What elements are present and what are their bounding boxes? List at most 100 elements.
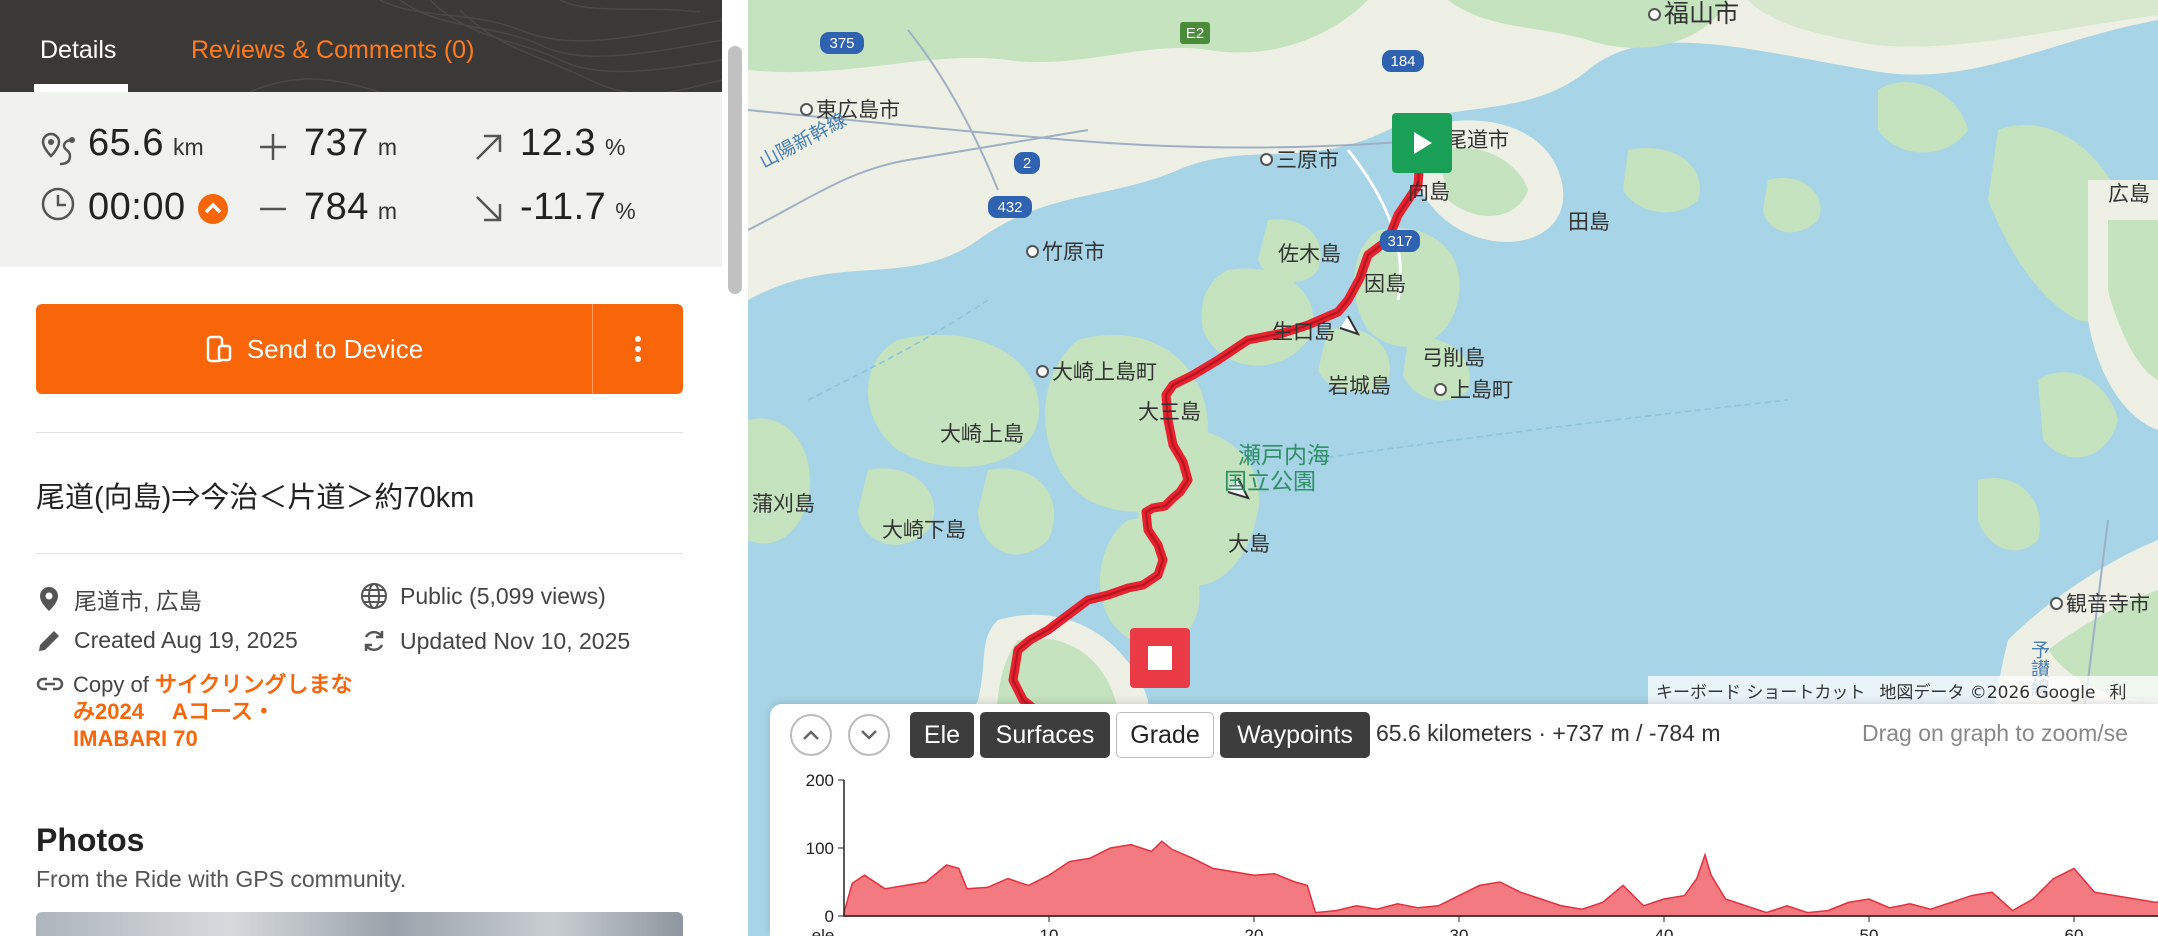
route-visibility-text: Public (5,099 views) xyxy=(400,582,606,609)
route-created-text: Created Aug 19, 2025 xyxy=(74,627,298,653)
distance-value: 65.6 xyxy=(88,122,164,164)
max-grade-value: 12.3 xyxy=(520,122,596,164)
y-tick-label: 200 xyxy=(806,771,834,790)
map-label: 佐木島 xyxy=(1278,242,1341,266)
map-label: 大三島 xyxy=(1138,400,1201,424)
scrollbar-thumb[interactable] xyxy=(728,46,742,294)
kebab-menu-icon xyxy=(635,336,641,362)
send-to-device-label: Send to Device xyxy=(246,333,424,364)
collapse-up-button[interactable] xyxy=(790,714,832,756)
map-label: 因島 xyxy=(1364,272,1406,296)
distance-unit: km xyxy=(172,134,204,160)
map-label: 大島 xyxy=(1228,532,1270,556)
map-label: 大崎上島町 xyxy=(1036,356,1157,386)
zoom-hint: Drag on graph to zoom/se xyxy=(1862,720,2128,746)
tab-elevation[interactable]: Ele xyxy=(910,712,974,758)
divider xyxy=(36,432,683,433)
max-grade-stat: 12.3 % xyxy=(520,122,625,165)
route-shield-2: 2 xyxy=(1014,152,1040,174)
keyboard-shortcuts-link[interactable]: キーボード ショートカット xyxy=(1656,678,1865,703)
chevron-up-icon xyxy=(803,730,819,740)
route-updated-text: Updated Nov 10, 2025 xyxy=(400,627,631,654)
route-shield-317: 317 xyxy=(1380,230,1420,252)
elevation-loss-stat: 784 m xyxy=(304,186,397,229)
tab-details[interactable]: Details xyxy=(40,36,116,65)
divider xyxy=(36,553,683,554)
elevation-chart[interactable]: 2001000102030405060ele(m)distance (km) xyxy=(770,766,2158,936)
y-axis-label: ele xyxy=(812,926,835,936)
map-label: 大崎下島 xyxy=(882,518,966,542)
tab-bar: Details Reviews & Comments (0) xyxy=(0,0,722,92)
route-shield-432: 432 xyxy=(988,196,1032,218)
route-location: 尾道市, 広島 xyxy=(36,582,202,616)
route-shield-184: 184 xyxy=(1382,50,1424,72)
map-attribution: キーボード ショートカット 地図データ ©2026 Google 利 xyxy=(1648,676,2158,704)
map-label-park: 国立公園 xyxy=(1224,469,1316,495)
route-distance-icon xyxy=(41,132,75,166)
minus-icon xyxy=(260,207,286,211)
map-data-credit: 地図データ ©2026 Google xyxy=(1879,682,2096,703)
x-tick-label: 50 xyxy=(1860,926,1879,936)
elevation-gain-unit: m xyxy=(377,134,398,160)
route-location-text: 尾道市, 広島 xyxy=(74,588,202,614)
y-tick-label: 0 xyxy=(825,907,834,926)
min-grade-value: -11.7 xyxy=(520,186,607,228)
stop-icon xyxy=(1148,646,1172,670)
tab-reviews[interactable]: Reviews & Comments (0) xyxy=(191,36,474,65)
tab-grade[interactable]: Grade xyxy=(1116,712,1214,758)
arrow-up-right-icon xyxy=(476,134,502,160)
device-icon xyxy=(206,335,232,363)
terms-link[interactable]: 利 xyxy=(2109,678,2126,703)
send-to-device-group: Send to Device xyxy=(36,304,683,394)
max-grade-unit: % xyxy=(604,134,626,160)
distance-stat: 65.6 km xyxy=(88,122,204,165)
map-label: 広島 xyxy=(2108,182,2150,206)
more-options-button[interactable] xyxy=(593,304,683,394)
photos-heading: Photos xyxy=(36,822,145,858)
pencil-icon xyxy=(39,630,59,651)
map-label: 田島 xyxy=(1568,210,1610,234)
map-label: 上島町 xyxy=(1434,374,1513,404)
copy-prefix: Copy of xyxy=(73,672,149,697)
route-details-panel: Details Reviews & Comments (0) 65.6 km 7… xyxy=(0,0,722,936)
map-label: 岩城島 xyxy=(1328,374,1391,398)
community-photo[interactable] xyxy=(36,912,683,936)
map-label: 尾道市 xyxy=(1446,128,1509,152)
elevation-gain-stat: 737 m xyxy=(304,122,397,165)
map-label: 大崎上島 xyxy=(940,422,1024,446)
x-tick-label: 40 xyxy=(1655,926,1674,936)
elevation-gain-value: 737 xyxy=(304,122,369,164)
x-tick-label: 30 xyxy=(1450,926,1469,936)
route-end-marker[interactable] xyxy=(1130,628,1190,688)
send-to-device-button[interactable]: Send to Device xyxy=(36,304,592,394)
map-label: 向島 xyxy=(1408,180,1450,204)
map-label: 竹原市 xyxy=(1026,236,1105,266)
route-updated: Updated Nov 10, 2025 xyxy=(360,627,630,655)
map-label: 観音寺市 xyxy=(2050,588,2150,618)
elevation-loss-value: 784 xyxy=(304,186,369,228)
elevation-loss-unit: m xyxy=(377,198,398,224)
copied-from-text: Copy of サイクリングしまなみ2024 Aコース・IMABARI 70 xyxy=(73,671,363,752)
min-grade-unit: % xyxy=(615,198,636,224)
tab-waypoints[interactable]: Waypoints xyxy=(1220,712,1370,758)
map-label: 生口島 xyxy=(1272,320,1335,344)
tab-surfaces[interactable]: Surfaces xyxy=(980,712,1110,758)
x-tick-label: 60 xyxy=(2065,926,2084,936)
route-start-marker[interactable] xyxy=(1392,113,1452,173)
map-label: 三原市 xyxy=(1260,144,1339,174)
link-icon xyxy=(36,677,64,691)
x-tick-label: 10 xyxy=(1040,926,1059,936)
duration-stat: 00:00 xyxy=(88,186,186,229)
photos-subtitle: From the Ride with GPS community. xyxy=(36,866,407,892)
route-shield-375: 375 xyxy=(820,32,864,54)
min-grade-stat: -11.7 % xyxy=(520,186,636,229)
route-title: 尾道(向島)⇒今治＜片道＞約70km xyxy=(36,482,475,514)
expand-speed-icon[interactable] xyxy=(197,193,229,225)
plus-icon xyxy=(260,134,286,160)
chevron-down-icon xyxy=(861,730,877,740)
arrow-down-right-icon xyxy=(476,196,502,222)
collapse-down-button[interactable] xyxy=(848,714,890,756)
location-pin-icon xyxy=(40,587,58,611)
stats-panel: 65.6 km 737 m 12.3 % 00:00 784 m -11.7 % xyxy=(0,92,722,267)
sync-icon xyxy=(364,630,384,652)
